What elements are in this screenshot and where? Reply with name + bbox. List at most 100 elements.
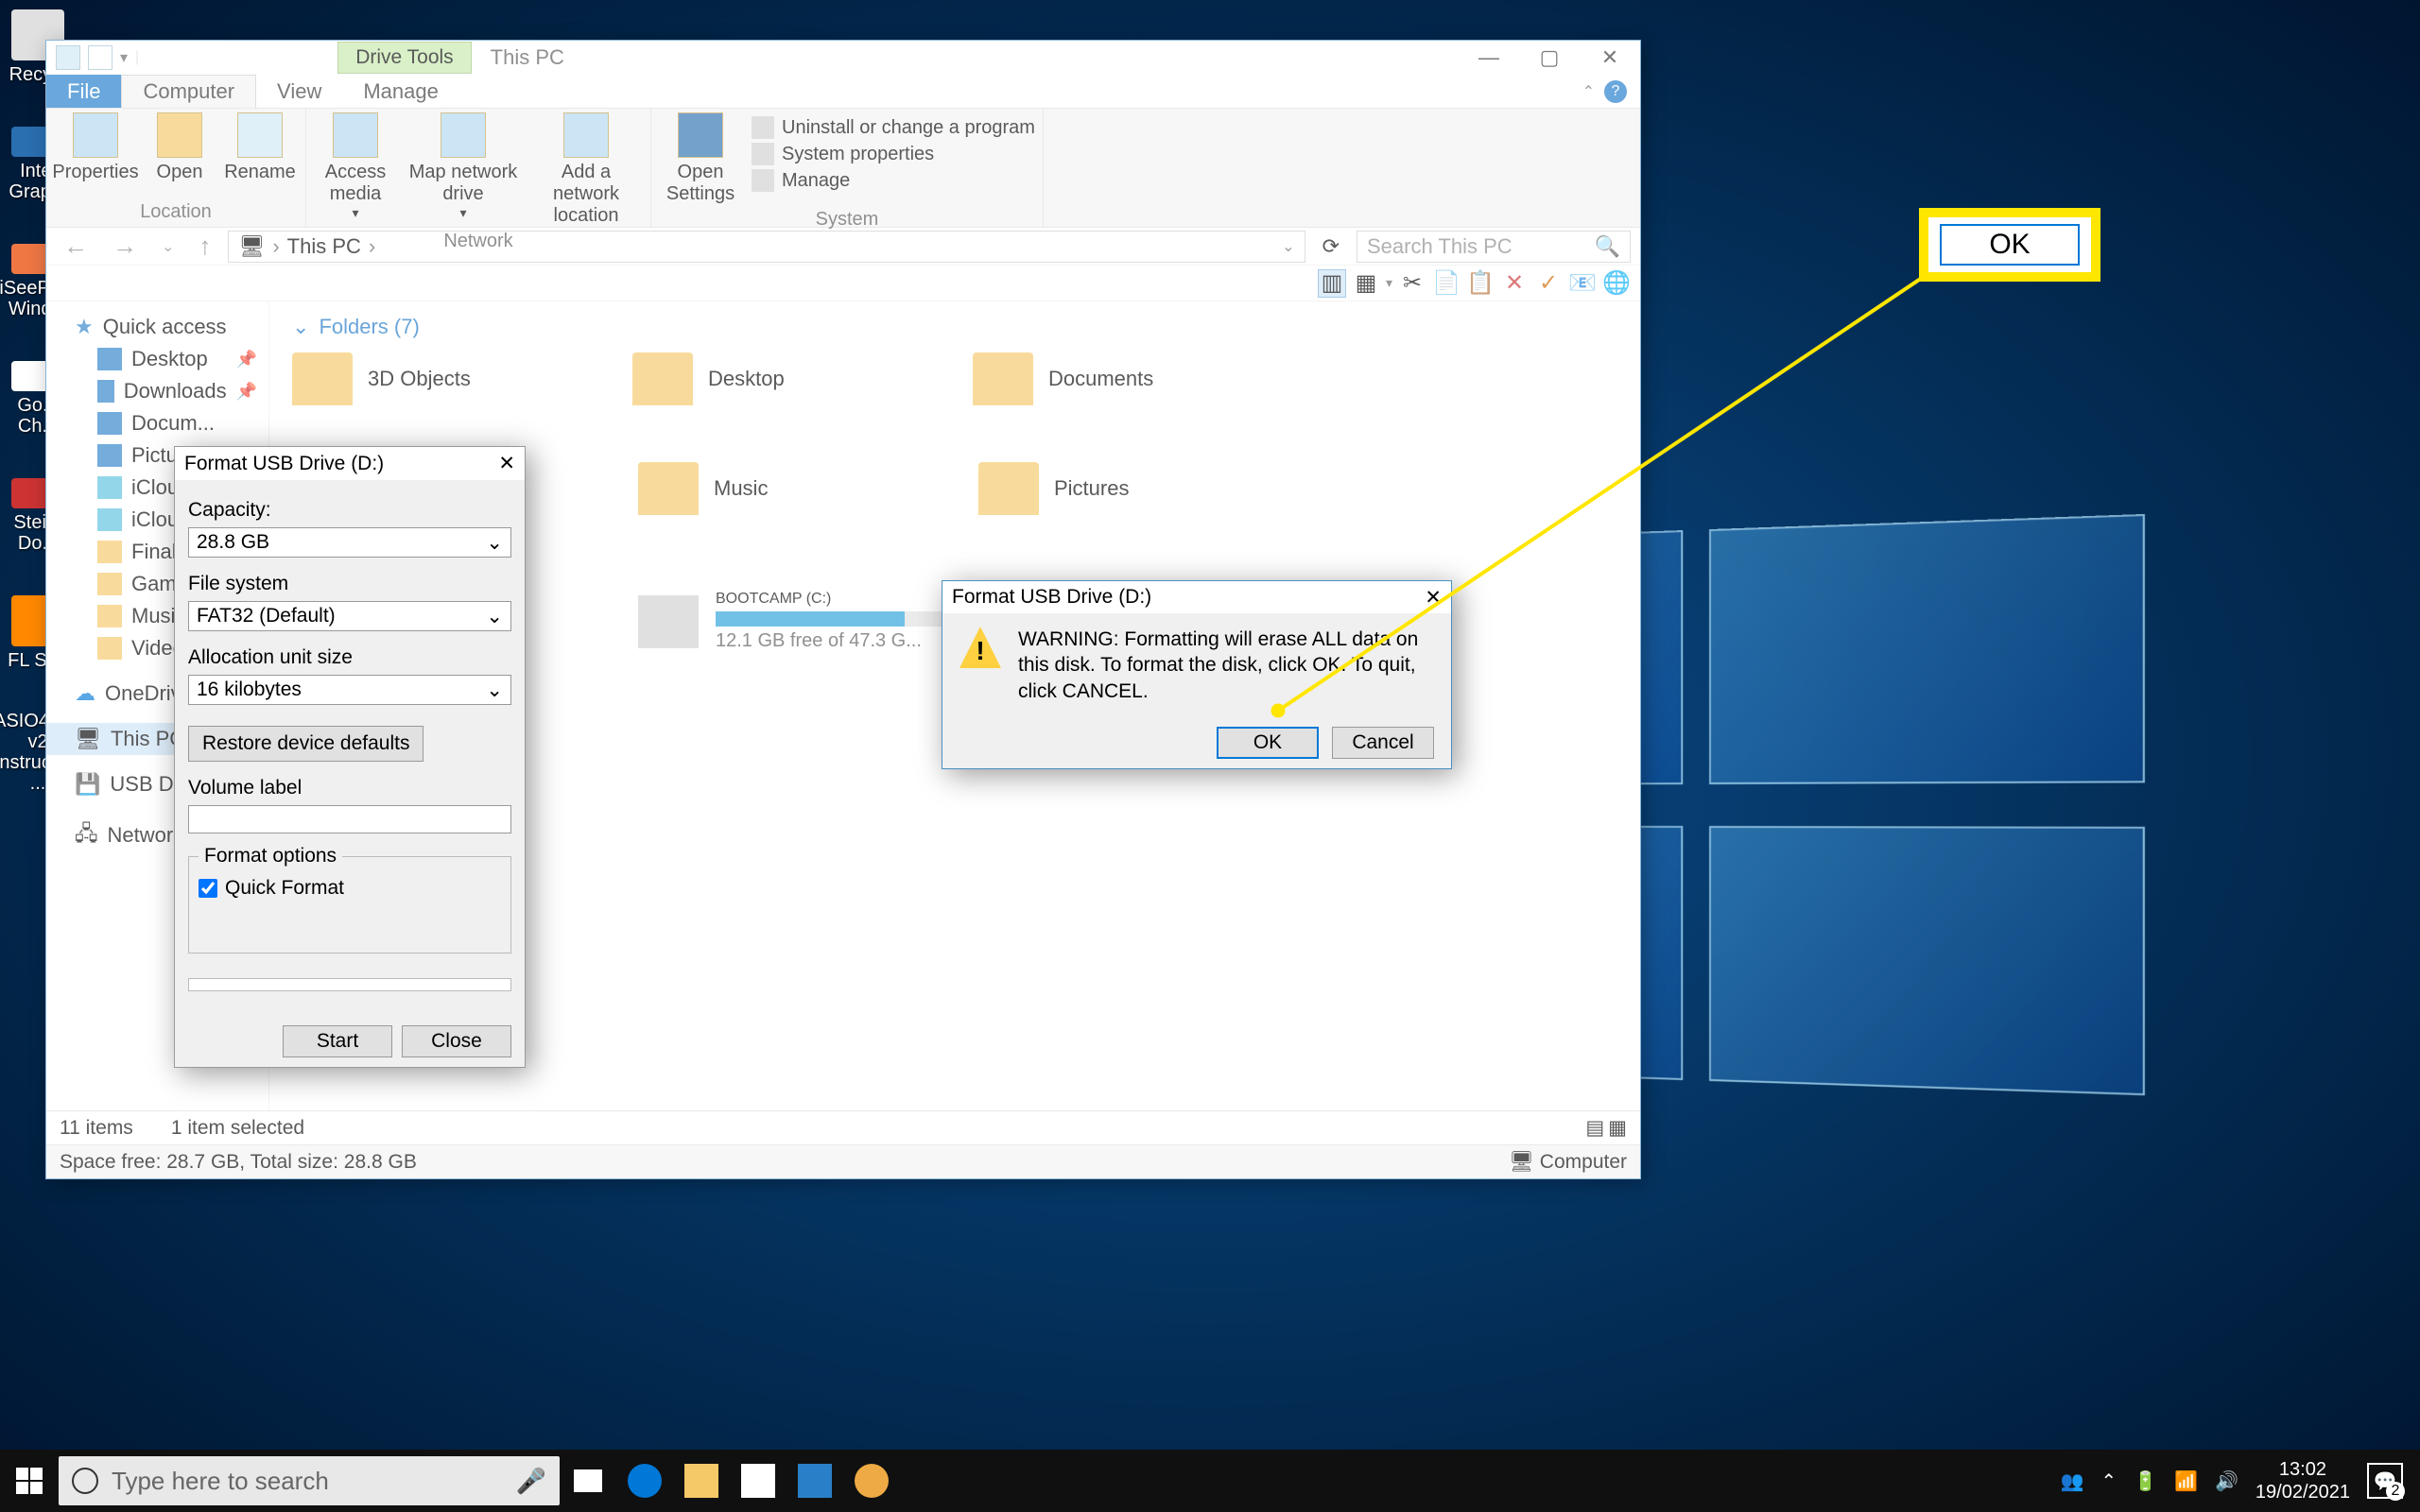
- start-button[interactable]: Start: [283, 1025, 392, 1057]
- ok-button[interactable]: OK: [1217, 727, 1319, 759]
- taskbar-search[interactable]: Type here to search🎤: [59, 1456, 560, 1505]
- search-icon: 🔍: [1595, 234, 1620, 259]
- map-network-drive-button[interactable]: Map network drive▾: [406, 112, 520, 227]
- taskbar-app-store[interactable]: [730, 1450, 786, 1512]
- taskbar-app-paint[interactable]: [843, 1450, 900, 1512]
- cortana-icon: [72, 1468, 98, 1494]
- volume-label-input[interactable]: [188, 805, 511, 833]
- sidebar-item[interactable]: Downloads📌: [46, 375, 268, 407]
- toolbar-icon[interactable]: ▥: [1318, 269, 1346, 298]
- chevron-down-icon: ⌄: [486, 605, 503, 628]
- capacity-select[interactable]: 28.8 GB⌄: [188, 527, 511, 558]
- sidebar-quick-access[interactable]: ★Quick access: [46, 311, 268, 343]
- window-title: This PC: [472, 42, 583, 74]
- system-properties-button[interactable]: System properties: [752, 143, 1035, 165]
- pc-icon: 🖥: [238, 234, 265, 259]
- warning-icon: [959, 627, 1001, 668]
- forward-button[interactable]: →: [105, 232, 145, 261]
- toolbar-icon[interactable]: ▦: [1352, 269, 1380, 298]
- battery-icon[interactable]: 🔋: [2134, 1469, 2157, 1493]
- delete-icon[interactable]: ✕: [1500, 269, 1529, 298]
- properties-button[interactable]: Properties: [54, 112, 137, 198]
- close-icon[interactable]: ✕: [498, 452, 515, 475]
- drive-usage-bar: [716, 611, 971, 627]
- view-details-icon[interactable]: ▤: [1585, 1116, 1604, 1140]
- close-button[interactable]: ✕: [1580, 41, 1640, 75]
- toolbar-icon[interactable]: 🌐: [1602, 269, 1631, 298]
- sidebar-item[interactable]: Desktop📌: [46, 343, 268, 375]
- folder-item[interactable]: Documents: [973, 352, 1275, 405]
- filesystem-select[interactable]: FAT32 (Default)⌄: [188, 601, 511, 631]
- maximize-button[interactable]: ▢: [1519, 41, 1580, 75]
- search-input[interactable]: Search This PC🔍: [1357, 231, 1631, 263]
- dialog-title: Format USB Drive (D:): [184, 453, 384, 475]
- add-network-location-button[interactable]: Add a network location: [529, 112, 643, 227]
- wifi-icon[interactable]: 📶: [2174, 1469, 2198, 1493]
- folder-item[interactable]: Desktop: [632, 352, 935, 405]
- computer-tab[interactable]: Computer: [121, 75, 256, 108]
- taskbar: Type here to search🎤 👥 ⌃ 🔋 📶 🔊 13:0219/0…: [0, 1450, 2420, 1512]
- manage-button[interactable]: Manage: [752, 169, 1035, 192]
- status-selected: 1 item selected: [171, 1117, 304, 1140]
- people-icon[interactable]: 👥: [2061, 1469, 2084, 1493]
- mic-icon[interactable]: 🎤: [516, 1467, 546, 1496]
- task-view-button[interactable]: [560, 1450, 616, 1512]
- access-media-button[interactable]: Access media▾: [314, 112, 397, 227]
- status-computer: 🖥 Computer: [1509, 1151, 1627, 1174]
- callout: OK: [1919, 208, 2100, 282]
- start-button[interactable]: [0, 1450, 59, 1512]
- open-button[interactable]: Open: [147, 112, 213, 198]
- allocation-select[interactable]: 16 kilobytes⌄: [188, 675, 511, 705]
- folder-item[interactable]: Pictures: [978, 462, 1281, 515]
- drive-tools-tab[interactable]: Drive Tools: [337, 42, 471, 74]
- cloud-icon: ☁: [75, 681, 95, 706]
- tray-chevron-icon[interactable]: ⌃: [2100, 1469, 2117, 1493]
- close-button[interactable]: Close: [402, 1025, 511, 1057]
- ribbon-collapse-icon[interactable]: ⌃: [1582, 82, 1595, 101]
- up-button[interactable]: ↑: [191, 232, 218, 261]
- taskbar-app-explorer[interactable]: [673, 1450, 730, 1512]
- breadcrumb[interactable]: 🖥 › This PC › ⌄: [228, 231, 1305, 263]
- sidebar-item[interactable]: Docum...: [46, 407, 268, 439]
- taskbar-app-edge[interactable]: [616, 1450, 673, 1512]
- back-button[interactable]: ←: [56, 232, 95, 261]
- toolbar-icon[interactable]: 📧: [1568, 269, 1597, 298]
- view-large-icon[interactable]: ▦: [1608, 1116, 1627, 1140]
- network-icon: 🖧: [75, 817, 98, 853]
- undo-icon[interactable]: ✓: [1534, 269, 1563, 298]
- restore-defaults-button[interactable]: Restore device defaults: [188, 726, 424, 762]
- file-menu[interactable]: File: [46, 75, 121, 108]
- tray-clock[interactable]: 13:0219/02/2021: [2256, 1458, 2350, 1503]
- volume-icon[interactable]: 🔊: [2215, 1469, 2238, 1493]
- view-tab[interactable]: View: [256, 75, 342, 108]
- pin-icon: 📌: [236, 382, 257, 402]
- folders-header[interactable]: ⌄Folders (7): [292, 315, 1617, 339]
- status-items: 11 items: [60, 1117, 133, 1140]
- qat-icon[interactable]: [88, 45, 112, 70]
- quick-format-checkbox[interactable]: Quick Format: [199, 877, 501, 900]
- paste-icon[interactable]: 📋: [1466, 269, 1495, 298]
- close-icon[interactable]: ✕: [1425, 586, 1442, 610]
- chevron-down-icon: ⌄: [486, 679, 503, 702]
- help-icon[interactable]: ?: [1604, 80, 1627, 103]
- callout-ok-button: OK: [1940, 224, 2080, 266]
- action-center-icon[interactable]: 💬: [2367, 1463, 2403, 1499]
- copy-icon[interactable]: 📄: [1432, 269, 1461, 298]
- refresh-button[interactable]: ⟳: [1315, 234, 1347, 259]
- status-space: Space free: 28.7 GB, Total size: 28.8 GB: [60, 1151, 417, 1174]
- cut-icon[interactable]: ✂: [1398, 269, 1426, 298]
- taskbar-app-mail[interactable]: [786, 1450, 843, 1512]
- app-icon: [56, 45, 80, 70]
- uninstall-program-button[interactable]: Uninstall or change a program: [752, 116, 1035, 139]
- drive-icon: [638, 595, 699, 648]
- folder-item[interactable]: 3D Objects: [292, 352, 595, 405]
- manage-tab[interactable]: Manage: [342, 75, 459, 108]
- folder-item[interactable]: Music: [638, 462, 941, 515]
- rename-button[interactable]: Rename: [222, 112, 298, 198]
- open-settings-button[interactable]: Open Settings: [659, 112, 742, 205]
- qat-dropdown-icon[interactable]: ▾: [120, 48, 128, 67]
- cancel-button[interactable]: Cancel: [1332, 727, 1434, 759]
- minimize-button[interactable]: —: [1459, 41, 1519, 75]
- pc-icon: 🖥: [75, 727, 101, 751]
- recent-dropdown-icon[interactable]: ⌄: [154, 237, 182, 256]
